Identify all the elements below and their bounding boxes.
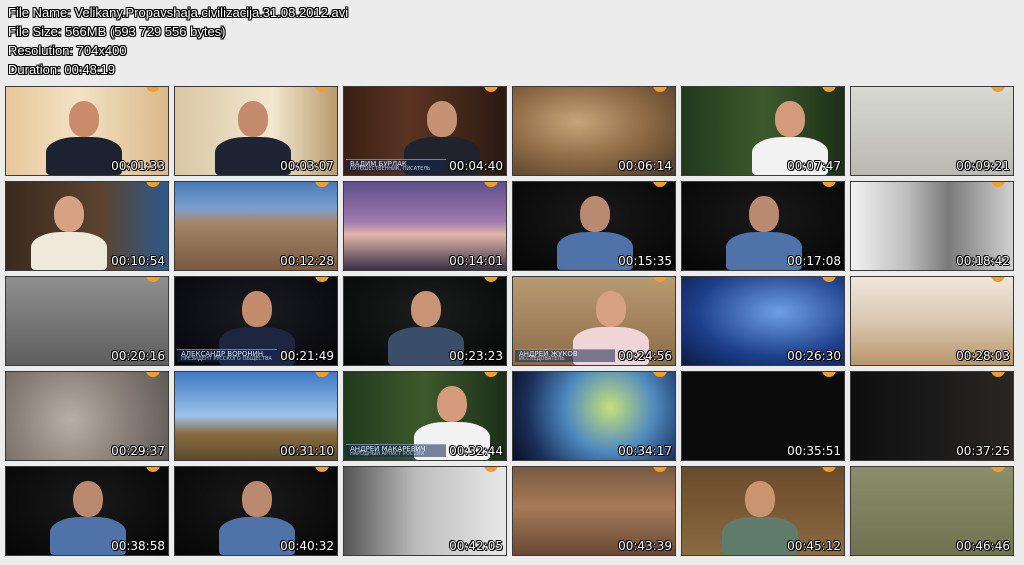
timestamp-label: 00:14:01 [449,254,503,268]
person-head [749,196,779,232]
video-thumbnail[interactable]: 00:42:05 [343,466,507,556]
timestamp-label: 00:10:54 [111,254,165,268]
caption-role: ПРЕЗИДЕНТ РУССКОГО ОБЩЕСТВА [181,356,272,362]
lower-third-caption: АЛЕКСАНДР ВОРОНИН ПРЕЗИДЕНТ РУССКОГО ОБЩЕ… [177,349,277,362]
video-thumbnail[interactable]: 00:31:10 [174,371,338,461]
person-head [437,386,467,422]
caption-role: НАРОДНЫЙ АРТИСТ РОССИИ [350,451,425,457]
timestamp-label: 00:20:16 [111,349,165,363]
video-thumbnail[interactable]: 00:28:03 [850,276,1014,366]
video-thumbnail[interactable]: 00:43:39 [512,466,676,556]
caption-role: ПУТЕШЕСТВЕННИК, ПИСАТЕЛЬ [350,166,431,172]
video-thumbnail[interactable]: 00:15:35 [512,181,676,271]
video-thumbnail[interactable]: 00:01:33 [5,86,169,176]
timestamp-label: 00:23:23 [449,349,503,363]
duration-line: Duration: 00:48:19 [8,62,115,77]
video-thumbnail[interactable]: 00:14:01 [343,181,507,271]
video-thumbnail[interactable]: 00:38:58 [5,466,169,556]
timestamp-label: 00:17:08 [787,254,841,268]
video-thumbnail[interactable]: 00:45:12 [681,466,845,556]
file-info-header: File Name: Velikany.Propavshaja.civiliza… [8,3,608,79]
person-head [242,291,272,327]
timestamp-label: 00:31:10 [280,444,334,458]
thumbnail-grid: 00:01:33 00:03:07 ВАДИМ БУРЛАК ПУТЕШЕСТВЕНН… [5,86,1017,556]
timestamp-label: 00:03:07 [280,159,334,173]
timestamp-label: 00:46:46 [956,539,1010,553]
timestamp-label: 00:35:51 [787,444,841,458]
timestamp-label: 00:38:58 [111,539,165,553]
timestamp-label: 00:15:35 [618,254,672,268]
timestamp-label: 00:09:21 [956,159,1010,173]
video-thumbnail[interactable]: 00:09:21 [850,86,1014,176]
timestamp-label: 00:43:39 [618,539,672,553]
lower-third-caption: АНДРЕЙ МАКАРЕВИЧ НАРОДНЫЙ АРТИСТ РОССИИ [346,444,446,457]
person-head [596,291,626,327]
timestamp-label: 00:32:44 [449,444,503,458]
timestamp-label: 00:04:40 [449,159,503,173]
video-thumbnail[interactable]: 00:26:30 [681,276,845,366]
video-thumbnail[interactable]: 00:29:37 [5,371,169,461]
timestamp-label: 00:01:33 [111,159,165,173]
video-thumbnail[interactable]: 00:18:42 [850,181,1014,271]
file-name-line: File Name: Velikany.Propavshaja.civiliza… [8,5,349,20]
person-head [427,101,457,137]
timestamp-label: 00:40:32 [280,539,334,553]
timestamp-label: 00:12:28 [280,254,334,268]
timestamp-label: 00:45:12 [787,539,841,553]
video-thumbnail[interactable]: 00:07:47 [681,86,845,176]
video-thumbnail[interactable]: 00:40:32 [174,466,338,556]
lower-third-caption: ВАДИМ БУРЛАК ПУТЕШЕСТВЕННИК, ПИСАТЕЛЬ [346,159,446,172]
person-head [411,291,441,327]
timestamp-label: 00:37:25 [956,444,1010,458]
video-thumbnail[interactable]: 00:23:23 [343,276,507,366]
video-thumbnail[interactable]: 00:34:17 [512,371,676,461]
timestamp-label: 00:34:17 [618,444,672,458]
video-thumbnail[interactable]: 00:46:46 [850,466,1014,556]
person-figure [31,232,107,270]
person-head [54,196,84,232]
caption-role: ИССЛЕДОВАТЕЛЬ [519,356,565,362]
file-size-line: File Size: 566MB (593 729 556 bytes) [8,24,226,39]
video-thumbnail[interactable]: 00:06:14 [512,86,676,176]
person-head [775,101,805,137]
video-thumbnail[interactable]: 00:37:25 [850,371,1014,461]
timestamp-label: 00:29:37 [111,444,165,458]
timestamp-label: 00:28:03 [956,349,1010,363]
timestamp-label: 00:24:56 [618,349,672,363]
video-thumbnail[interactable]: ВАДИМ БУРЛАК ПУТЕШЕСТВЕННИК, ПИСАТЕЛЬ 00:0… [343,86,507,176]
video-thumbnail[interactable]: 00:10:54 [5,181,169,271]
video-thumbnail[interactable]: 00:03:07 [174,86,338,176]
person-head [73,481,103,517]
video-thumbnail[interactable]: 00:35:51 [681,371,845,461]
timestamp-label: 00:18:42 [956,254,1010,268]
lower-third-caption: АНДРЕЙ ЖУКОВ ИССЛЕДОВАТЕЛЬ [515,349,615,362]
timestamp-label: 00:21:49 [280,349,334,363]
video-thumbnail[interactable]: АНДРЕЙ МАКАРЕВИЧ НАРОДНЫЙ АРТИСТ РОССИИ 00… [343,371,507,461]
person-head [238,101,268,137]
person-head [69,101,99,137]
person-head [745,481,775,517]
resolution-line: Resolution: 704x400 [8,43,127,58]
person-head [580,196,610,232]
timestamp-label: 00:26:30 [787,349,841,363]
person-head [242,481,272,517]
timestamp-label: 00:06:14 [618,159,672,173]
video-thumbnail[interactable]: 00:20:16 [5,276,169,366]
timestamp-label: 00:07:47 [787,159,841,173]
video-thumbnail[interactable]: 00:12:28 [174,181,338,271]
video-thumbnail[interactable]: АЛЕКСАНДР ВОРОНИН ПРЕЗИДЕНТ РУССКОГО ОБЩЕ… [174,276,338,366]
timestamp-label: 00:42:05 [449,539,503,553]
video-thumbnail[interactable]: АНДРЕЙ ЖУКОВ ИССЛЕДОВАТЕЛЬ 00:24:56 [512,276,676,366]
video-thumbnail[interactable]: 00:17:08 [681,181,845,271]
